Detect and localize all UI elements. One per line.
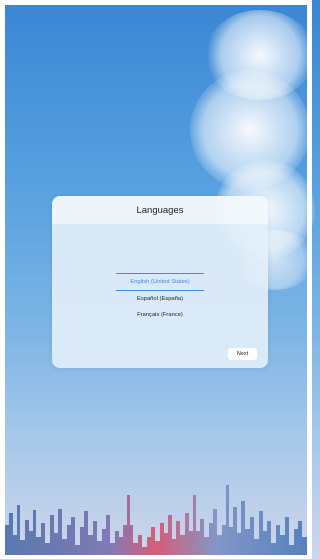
language-option-label: Español (España) [136,296,184,302]
dialog-header: Languages [52,196,268,224]
next-button[interactable]: Next [228,348,257,360]
language-option-english-us[interactable]: English (United States) [52,274,268,290]
language-option-label: English (United States) [130,279,190,285]
language-option-spanish-spain[interactable]: Español (España) [52,291,268,307]
language-option-french-france[interactable]: Français (France) [52,307,268,323]
city-skyline [5,485,307,555]
dialog-title: Languages [136,204,184,216]
language-option-label: Français (France) [137,312,183,318]
language-list[interactable]: English (United States) Español (España)… [52,273,268,323]
language-dialog: Languages English (United States) Españo… [52,196,268,368]
